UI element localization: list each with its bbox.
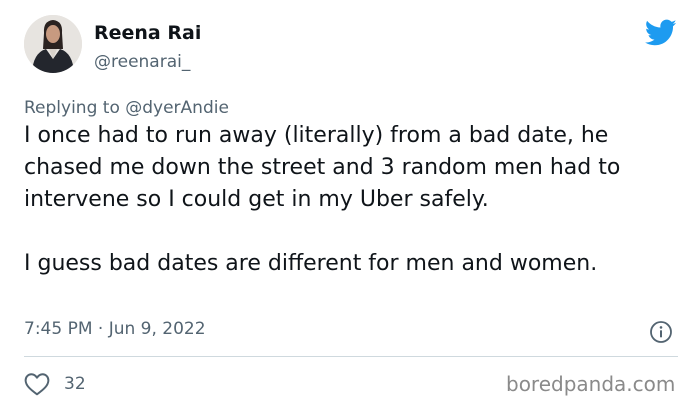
like-count: 32 — [64, 374, 86, 394]
info-icon[interactable] — [649, 320, 673, 344]
heart-icon — [24, 373, 50, 396]
reply-prefix: Replying to — [24, 98, 126, 118]
author-name[interactable]: Reena Rai — [94, 22, 201, 44]
like-button[interactable]: 32 — [24, 372, 86, 396]
tweet-paragraph: I once had to run away (literally) from … — [24, 123, 621, 212]
reply-context: Replying to @dyerAndie — [24, 98, 229, 118]
tweet-text: I once had to run away (literally) from … — [24, 120, 684, 280]
tweet-timestamp[interactable]: 7:45 PM · Jun 9, 2022 — [24, 319, 206, 339]
avatar[interactable] — [24, 15, 82, 73]
divider — [24, 356, 678, 357]
watermark: boredpanda.com — [506, 372, 676, 396]
reply-target-link[interactable]: @dyerAndie — [125, 98, 229, 118]
author-handle[interactable]: @reenarai_ — [94, 52, 190, 72]
tweet-paragraph: I guess bad dates are different for men … — [24, 251, 598, 276]
twitter-bird-icon[interactable] — [645, 19, 677, 47]
avatar-photo — [24, 15, 82, 73]
